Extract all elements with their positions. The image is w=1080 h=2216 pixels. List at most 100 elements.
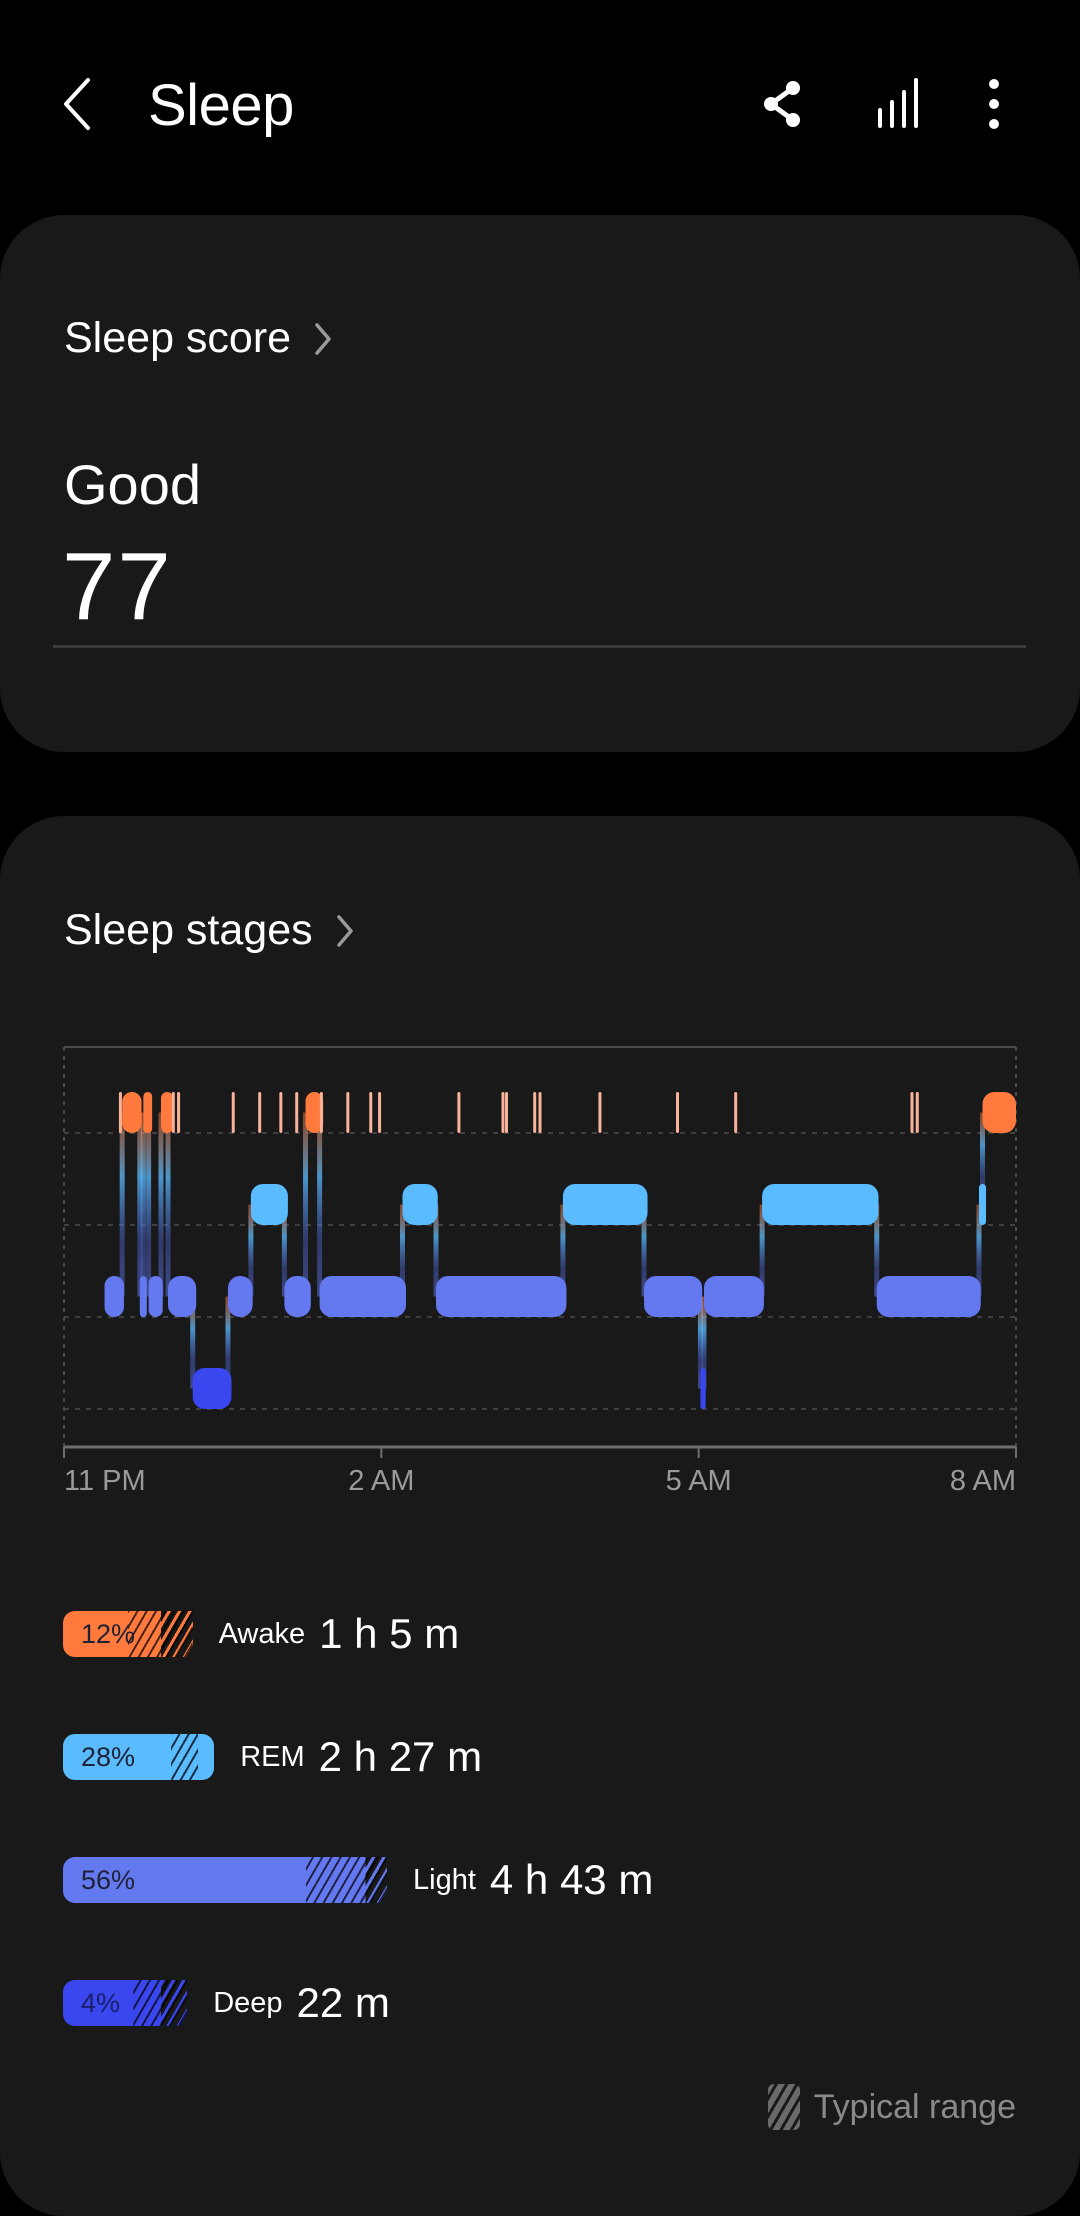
rem-duration: 2 h 27 m: [318, 1733, 483, 1780]
score-value: 77: [62, 533, 173, 640]
stage-transition: [317, 1112, 323, 1297]
segment-light: [284, 1276, 311, 1317]
segment-awake: [122, 1092, 142, 1133]
segment-awake: [143, 1092, 153, 1133]
deep-label: Deep: [213, 1986, 283, 2019]
sleep-stages-title: Sleep stages: [64, 906, 313, 954]
brief-awakening-mark: [118, 1092, 122, 1133]
brief-awakening-mark: [378, 1092, 382, 1133]
chart-bars-icon: [878, 78, 918, 128]
app-bar: Sleep: [0, 0, 1080, 210]
brief-awakening-mark: [258, 1092, 262, 1133]
awake-typical-range: [127, 1611, 193, 1657]
stage-row-light[interactable]: 56% Light 4 h 43 m: [63, 1856, 654, 1903]
segment-awake: [982, 1092, 1016, 1133]
segment-light: [148, 1276, 163, 1317]
share-button[interactable]: [755, 76, 811, 132]
stage-row-rem[interactable]: 28% REM 2 h 27 m: [63, 1733, 483, 1780]
segment-rem: [402, 1184, 438, 1225]
awake-bar: 12%: [63, 1611, 193, 1657]
segment-awake: [160, 1092, 174, 1133]
brief-awakening-mark: [369, 1092, 373, 1133]
brief-awakening-mark: [295, 1092, 299, 1133]
brief-awakening-mark: [915, 1092, 919, 1133]
rem-typical-range: [171, 1734, 198, 1780]
more-options-button[interactable]: [966, 76, 1022, 132]
segment-rem: [978, 1184, 987, 1225]
segment-rem: [250, 1184, 288, 1225]
awake-percent: 12%: [81, 1619, 136, 1649]
rem-label: REM: [240, 1740, 305, 1773]
segment-deep: [700, 1368, 706, 1409]
segment-light: [703, 1276, 764, 1317]
sleep-stages-chart[interactable]: 11 PM 2 AM 5 AM 8 AM: [0, 1030, 1080, 1510]
share-icon: [764, 81, 800, 127]
brief-awakening-mark: [538, 1092, 542, 1133]
sleep-score-title: Sleep score: [64, 314, 292, 362]
segment-light: [876, 1276, 981, 1317]
brief-awakening-mark: [501, 1092, 505, 1133]
brief-awakening-mark: [319, 1092, 323, 1133]
brief-awakening-mark: [598, 1092, 602, 1133]
x-tick-label: 11 PM: [64, 1465, 146, 1497]
x-tick-label: 8 AM: [950, 1465, 1016, 1497]
chevron-right-icon: [315, 322, 331, 355]
brief-awakening-mark: [279, 1092, 283, 1133]
stage-transition: [119, 1112, 125, 1297]
segment-light: [435, 1276, 567, 1317]
light-label: Light: [413, 1863, 476, 1896]
typical-range-legend: Typical range: [767, 2084, 1016, 2130]
score-divider: [53, 645, 1026, 648]
awake-label: Awake: [218, 1617, 306, 1650]
deep-duration: 22 m: [296, 1979, 390, 2026]
awake-duration: 1 h 5 m: [319, 1610, 460, 1657]
stage-transition: [303, 1112, 309, 1297]
deep-bar: 4%: [63, 1980, 188, 2026]
stage-row-deep[interactable]: 4% Deep 22 m: [63, 1979, 390, 2026]
brief-awakening-mark: [171, 1092, 175, 1133]
more-vertical-icon: [989, 79, 999, 129]
stage-transition: [140, 1112, 146, 1297]
brief-awakening-mark: [346, 1092, 350, 1133]
x-tick-label: 2 AM: [348, 1465, 414, 1497]
light-percent: 56%: [81, 1865, 136, 1895]
segment-light: [104, 1276, 124, 1317]
segment-deep: [192, 1368, 232, 1409]
segment-light: [168, 1276, 197, 1317]
light-duration: 4 h 43 m: [489, 1856, 654, 1903]
x-tick-label: 5 AM: [666, 1465, 732, 1497]
light-bar: 56%: [63, 1857, 387, 1903]
brief-awakening-mark: [505, 1092, 509, 1133]
light-typical-range: [306, 1857, 387, 1903]
segment-light: [139, 1276, 147, 1317]
brief-awakening-mark: [457, 1092, 461, 1133]
brief-awakening-mark: [231, 1092, 235, 1133]
hatch-swatch-icon: [767, 2084, 800, 2130]
typical-range-label: Typical range: [813, 2087, 1016, 2126]
brief-awakening-mark: [533, 1092, 537, 1133]
rem-percent: 28%: [81, 1742, 136, 1772]
stage-transition: [146, 1112, 152, 1297]
brief-awakening-mark: [177, 1092, 181, 1133]
deep-typical-range: [133, 1980, 188, 2026]
stage-row-awake[interactable]: 12% Awake 1 h 5 m: [63, 1610, 460, 1657]
stage-transition: [165, 1112, 171, 1297]
deep-percent: 4%: [81, 1988, 121, 2018]
stage-transition: [158, 1112, 164, 1297]
segment-light: [319, 1276, 407, 1317]
brief-awakening-mark: [734, 1092, 738, 1133]
segment-light: [644, 1276, 703, 1317]
sleep-stages-header[interactable]: Sleep stages: [64, 906, 355, 955]
score-rating: Good: [64, 453, 201, 516]
trends-button[interactable]: [871, 76, 927, 132]
segment-light: [227, 1276, 253, 1317]
segment-rem: [562, 1184, 648, 1225]
chevron-left-icon: [64, 78, 90, 130]
sleep-score-header[interactable]: Sleep score: [64, 314, 333, 363]
page-title: Sleep: [148, 73, 294, 138]
chevron-right-icon: [336, 914, 353, 947]
rem-bar: 28%: [63, 1734, 215, 1780]
brief-awakening-mark: [910, 1092, 914, 1133]
segment-rem: [762, 1184, 879, 1225]
back-button[interactable]: [58, 76, 98, 132]
